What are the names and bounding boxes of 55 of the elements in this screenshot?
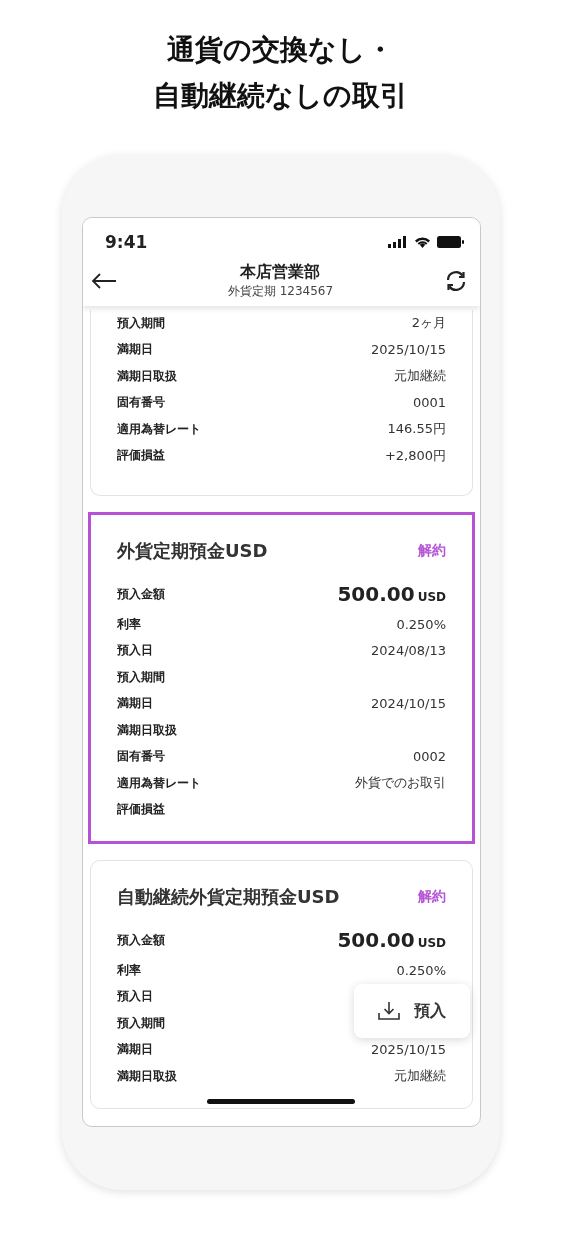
row-value: +2,800円 — [384, 446, 446, 465]
row-label: 満期日取扱 — [117, 1067, 177, 1085]
card-title: 自動継続外貨定期預金USD — [117, 885, 340, 909]
row-value: 2024/10/15 — [371, 696, 446, 712]
row-label: 適用為替レート — [117, 774, 201, 792]
deposit-button[interactable]: 預入 — [354, 984, 470, 1038]
card-title: 外貨定期預金USD — [117, 539, 268, 563]
refresh-icon[interactable] — [444, 269, 468, 293]
cancel-link[interactable]: 解約 — [418, 888, 446, 906]
row-label: 満期日 — [117, 695, 153, 713]
row-label: 満期日 — [117, 1041, 153, 1059]
row-label: 評価損益 — [117, 447, 165, 465]
wifi-icon — [414, 236, 431, 248]
currency-unit: USD — [417, 590, 446, 604]
status-time: 9:41 — [105, 232, 148, 252]
headline-text: 通貨の交換なし・ — [167, 32, 394, 68]
row-label: 評価損益 — [117, 801, 165, 819]
row-label: 固有番号 — [117, 394, 165, 412]
row-value: 2025/10/15 — [371, 1042, 446, 1058]
signal-icon — [388, 236, 408, 248]
row-value: 0001 — [412, 395, 446, 411]
row-value: 146.55円 — [387, 420, 446, 439]
row-value: 外貨でのお取引 — [355, 774, 446, 793]
back-arrow-icon[interactable] — [91, 273, 117, 289]
download-icon — [378, 1001, 400, 1021]
row-value: 元加継続 — [394, 367, 446, 386]
currency-unit: USD — [417, 936, 446, 950]
row-label: 固有番号 — [117, 748, 165, 766]
row-label: 預入日 — [117, 988, 153, 1006]
row-label: 預入期間 — [117, 1014, 165, 1032]
row-label: 預入金額 — [117, 585, 165, 603]
row-value: 2024/08/13 — [371, 643, 446, 659]
row-value: 元加継続 — [394, 1067, 446, 1086]
row-label: 満期日取扱 — [117, 367, 177, 385]
row-label: 預入期間 — [117, 668, 165, 686]
row-label: 預入日 — [117, 642, 153, 660]
row-value: 0002 — [412, 749, 446, 765]
row-value: 0.250% — [396, 962, 446, 978]
row-value: 2025/10/15 — [371, 342, 446, 358]
row-label: 満期日 — [117, 341, 153, 359]
cancel-link[interactable]: 解約 — [418, 542, 446, 560]
row-label: 適用為替レート — [117, 420, 201, 438]
row-label: 利率 — [117, 615, 141, 633]
row-label: 預入金額 — [117, 931, 165, 949]
row-label: 満期日取扱 — [117, 721, 177, 739]
amount-value: 500.00 — [337, 582, 415, 606]
row-label: 利率 — [117, 961, 141, 979]
nav-subtitle: 外貨定期 1234567 — [227, 283, 334, 300]
headline-text: 自動継続なしの取引 — [153, 78, 408, 114]
nav-title: 本店営業部 — [240, 262, 321, 283]
row-label: 預入期間 — [117, 314, 165, 332]
amount-value: 500.00 — [337, 928, 415, 952]
row-value: 2ヶ月 — [411, 314, 446, 333]
row-value: 0.250% — [396, 616, 446, 632]
battery-icon — [437, 236, 464, 248]
